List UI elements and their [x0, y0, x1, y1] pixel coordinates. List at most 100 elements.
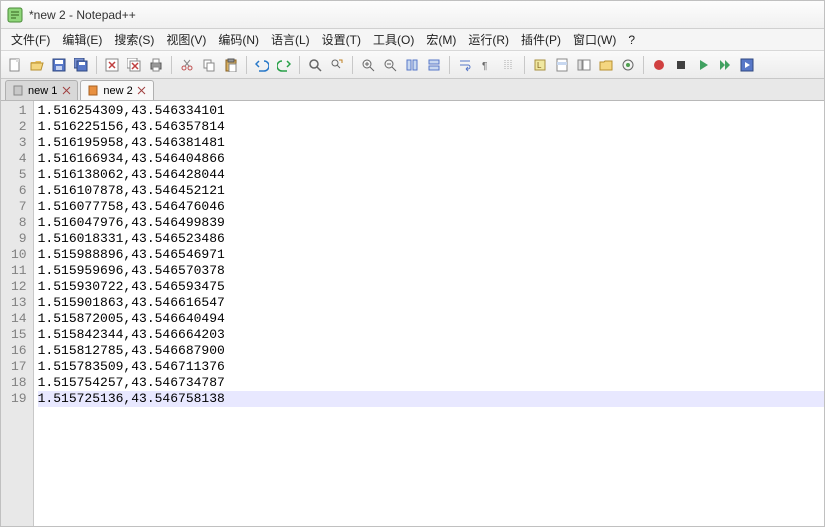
file-modified-icon: [87, 85, 99, 97]
line-number: 1: [11, 103, 27, 119]
folder-workspace-button[interactable]: [596, 55, 616, 75]
undo-button[interactable]: [252, 55, 272, 75]
text-line[interactable]: 1.516225156,43.546357814: [38, 119, 824, 135]
zoom-out-button[interactable]: [380, 55, 400, 75]
line-number: 5: [11, 167, 27, 183]
copy-button[interactable]: [199, 55, 219, 75]
text-line[interactable]: 1.515901863,43.546616547: [38, 295, 824, 311]
text-line[interactable]: 1.516195958,43.546381481: [38, 135, 824, 151]
line-number: 4: [11, 151, 27, 167]
editor[interactable]: 1 2 3 4 5 6 7 8 9 10 11 12 13 14 15 16 1…: [1, 101, 824, 526]
cut-button[interactable]: [177, 55, 197, 75]
line-number: 13: [11, 295, 27, 311]
text-line[interactable]: 1.515988896,43.546546971: [38, 247, 824, 263]
menu-tools[interactable]: 工具(O): [367, 29, 420, 50]
close-icon[interactable]: [137, 86, 147, 96]
menu-file[interactable]: 文件(F): [5, 29, 56, 50]
line-number: 7: [11, 199, 27, 215]
macro-record-button[interactable]: [649, 55, 669, 75]
find-button[interactable]: [305, 55, 325, 75]
text-line[interactable]: 1.516018331,43.546523486: [38, 231, 824, 247]
macro-save-button[interactable]: [737, 55, 757, 75]
toolbar: ¶ L: [1, 51, 824, 79]
line-number: 2: [11, 119, 27, 135]
menubar: 文件(F) 编辑(E) 搜索(S) 视图(V) 编码(N) 语言(L) 设置(T…: [1, 29, 824, 51]
text-line[interactable]: 1.515783509,43.546711376: [38, 359, 824, 375]
text-line[interactable]: 1.515725136,43.546758138: [38, 391, 824, 407]
toolbar-separator: [643, 56, 644, 74]
save-all-button[interactable]: [71, 55, 91, 75]
text-line[interactable]: 1.516047976,43.546499839: [38, 215, 824, 231]
editor-content[interactable]: 1.516254309,43.546334101 1.516225156,43.…: [34, 101, 824, 526]
close-button[interactable]: [102, 55, 122, 75]
monitoring-button[interactable]: [618, 55, 638, 75]
new-file-button[interactable]: [5, 55, 25, 75]
text-line[interactable]: 1.515872005,43.546640494: [38, 311, 824, 327]
menu-settings[interactable]: 设置(T): [316, 29, 367, 50]
close-icon[interactable]: [61, 86, 71, 96]
user-lang-button[interactable]: L: [530, 55, 550, 75]
redo-button[interactable]: [274, 55, 294, 75]
line-number: 3: [11, 135, 27, 151]
line-number: 6: [11, 183, 27, 199]
svg-text:L: L: [537, 61, 542, 70]
zoom-in-button[interactable]: [358, 55, 378, 75]
text-line[interactable]: 1.515812785,43.546687900: [38, 343, 824, 359]
line-number: 11: [11, 263, 27, 279]
menu-run[interactable]: 运行(R): [462, 29, 515, 50]
menu-language[interactable]: 语言(L): [265, 29, 316, 50]
macro-play-multi-button[interactable]: [715, 55, 735, 75]
text-line[interactable]: 1.515842344,43.546664203: [38, 327, 824, 343]
text-line[interactable]: 1.516107878,43.546452121: [38, 183, 824, 199]
menu-edit[interactable]: 编辑(E): [56, 29, 108, 50]
text-line[interactable]: 1.516166934,43.546404866: [38, 151, 824, 167]
save-button[interactable]: [49, 55, 69, 75]
line-number-gutter: 1 2 3 4 5 6 7 8 9 10 11 12 13 14 15 16 1…: [1, 101, 34, 526]
wordwrap-button[interactable]: [455, 55, 475, 75]
function-list-button[interactable]: [574, 55, 594, 75]
text-line[interactable]: 1.516077758,43.546476046: [38, 199, 824, 215]
toolbar-separator: [96, 56, 97, 74]
menu-plugins[interactable]: 插件(P): [515, 29, 567, 50]
line-number: 12: [11, 279, 27, 295]
line-number: 15: [11, 327, 27, 343]
text-line[interactable]: 1.515754257,43.546734787: [38, 375, 824, 391]
menu-help[interactable]: ?: [622, 31, 641, 49]
text-line[interactable]: 1.515959696,43.546570378: [38, 263, 824, 279]
indent-guide-button[interactable]: [499, 55, 519, 75]
text-line[interactable]: 1.516138062,43.546428044: [38, 167, 824, 183]
print-button[interactable]: [146, 55, 166, 75]
tab-label: new 1: [28, 85, 57, 97]
text-line[interactable]: 1.515930722,43.546593475: [38, 279, 824, 295]
doc-map-button[interactable]: [552, 55, 572, 75]
paste-button[interactable]: [221, 55, 241, 75]
tab-new-2[interactable]: new 2: [80, 80, 153, 100]
menu-view[interactable]: 视图(V): [160, 29, 212, 50]
toolbar-separator: [171, 56, 172, 74]
show-all-chars-button[interactable]: ¶: [477, 55, 497, 75]
menu-encoding[interactable]: 编码(N): [212, 29, 265, 50]
tab-new-1[interactable]: new 1: [5, 80, 78, 100]
toolbar-separator: [299, 56, 300, 74]
menu-macro[interactable]: 宏(M): [420, 29, 462, 50]
line-number: 8: [11, 215, 27, 231]
macro-play-button[interactable]: [693, 55, 713, 75]
menu-window[interactable]: 窗口(W): [567, 29, 622, 50]
line-number: 16: [11, 343, 27, 359]
toolbar-separator: [352, 56, 353, 74]
menu-search[interactable]: 搜索(S): [108, 29, 160, 50]
close-all-button[interactable]: [124, 55, 144, 75]
open-file-button[interactable]: [27, 55, 47, 75]
toolbar-separator: [449, 56, 450, 74]
replace-button[interactable]: [327, 55, 347, 75]
tab-label: new 2: [103, 85, 132, 97]
line-number: 14: [11, 311, 27, 327]
tabbar: new 1 new 2: [1, 79, 824, 101]
sync-v-button[interactable]: [402, 55, 422, 75]
text-line[interactable]: 1.516254309,43.546334101: [38, 103, 824, 119]
line-number: 10: [11, 247, 27, 263]
macro-stop-button[interactable]: [671, 55, 691, 75]
sync-h-button[interactable]: [424, 55, 444, 75]
line-number: 9: [11, 231, 27, 247]
toolbar-separator: [524, 56, 525, 74]
